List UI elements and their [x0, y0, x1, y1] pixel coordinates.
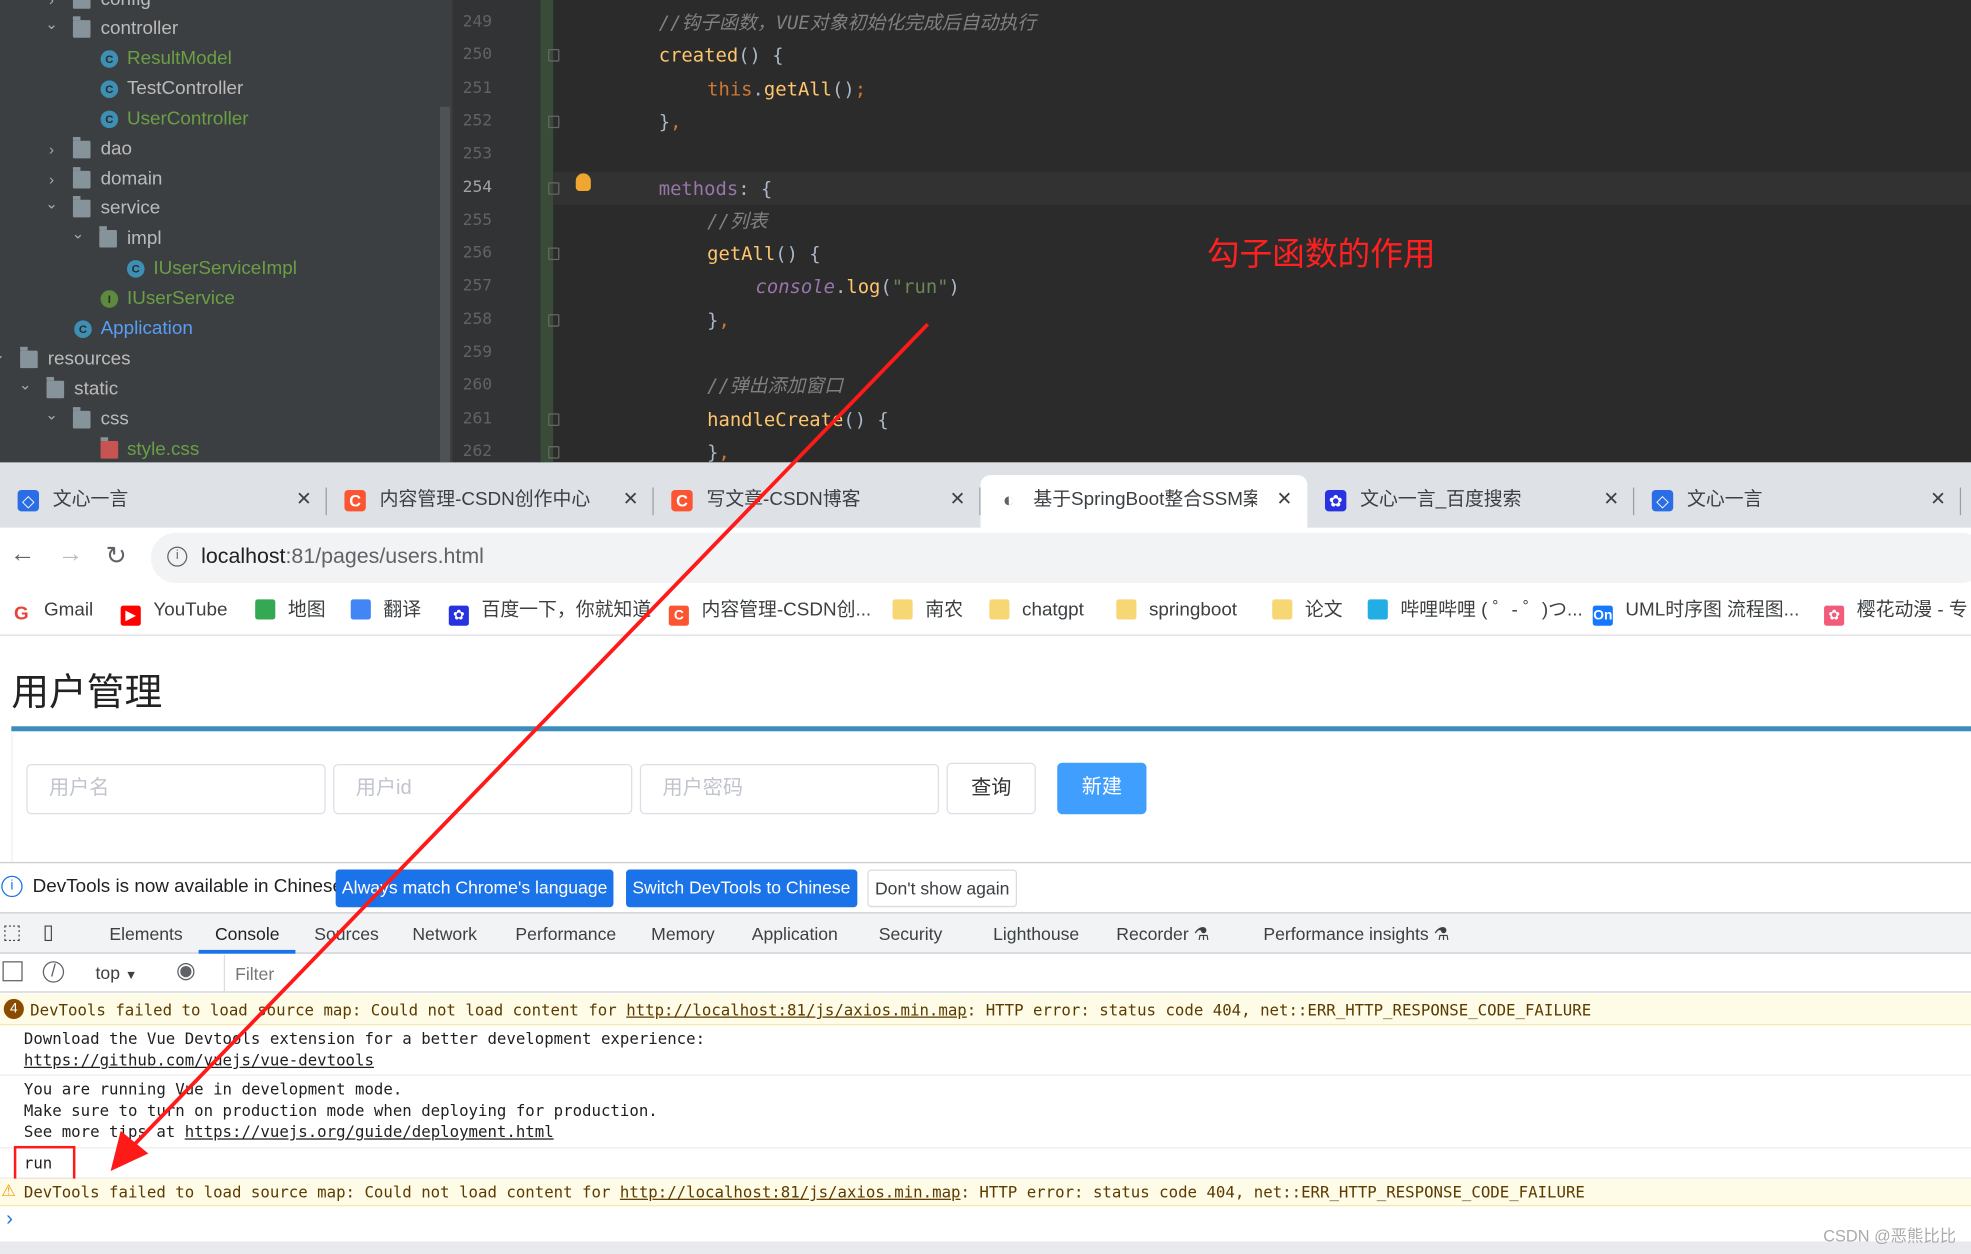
- arrow-line: [124, 322, 930, 1155]
- screenshot: ›config⌄controllerCResultModelCTestContr…: [0, 0, 1971, 1254]
- red-arrow-annotation: [110, 322, 930, 1172]
